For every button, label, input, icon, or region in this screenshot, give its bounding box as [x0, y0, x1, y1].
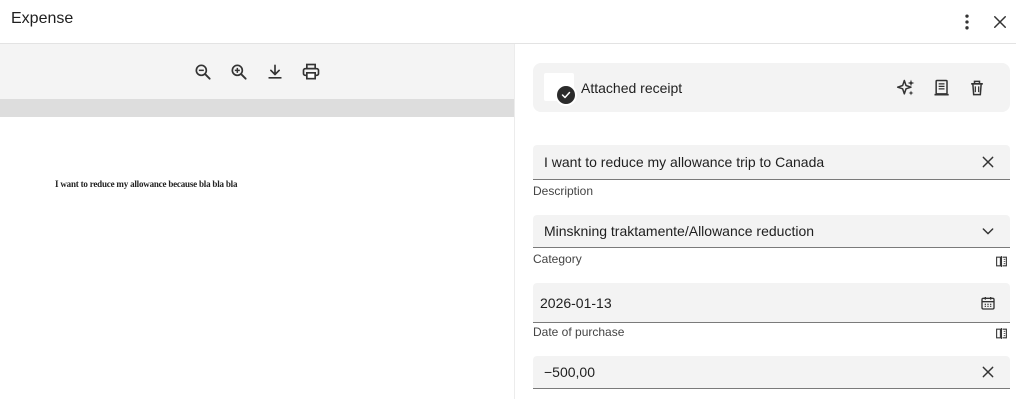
ai-sparkle-icon[interactable]	[894, 76, 918, 100]
calendar-icon[interactable]	[978, 293, 998, 313]
amount-value[interactable]: −500,00	[544, 364, 595, 380]
date-label: Date of purchase	[533, 325, 625, 339]
expense-dialog: Expense I want to reduce my allowance be…	[0, 0, 1016, 399]
zoom-in-icon[interactable]	[227, 60, 251, 84]
attached-receipt-card[interactable]: Attached receipt	[533, 63, 1010, 112]
date-of-purchase-field[interactable]: 2026-01-13	[533, 283, 1010, 323]
document-text: I want to reduce my allowance because bl…	[55, 179, 238, 189]
page-separator	[0, 99, 514, 117]
clear-icon[interactable]	[978, 152, 998, 172]
amount-field[interactable]: −500,00	[533, 356, 1010, 389]
category-label: Category	[533, 252, 582, 266]
dialog-header: Expense	[0, 0, 1016, 44]
description-label: Description	[533, 184, 594, 198]
receipt-viewer: I want to reduce my allowance because bl…	[0, 44, 514, 399]
category-select[interactable]: Minskning traktamente/Allowance reductio…	[533, 215, 1010, 248]
print-icon[interactable]	[299, 60, 323, 84]
description-value[interactable]: I want to reduce my allowance trip to Ca…	[544, 154, 824, 170]
clear-icon[interactable]	[978, 362, 998, 382]
description-field[interactable]: I want to reduce my allowance trip to Ca…	[533, 145, 1010, 180]
date-value[interactable]: 2026-01-13	[540, 295, 612, 311]
zoom-out-icon[interactable]	[191, 60, 215, 84]
delete-icon[interactable]	[965, 76, 989, 100]
expense-form-panel: Attached receipt I want to reduce my all…	[514, 44, 1016, 399]
viewer-toolbar	[0, 44, 514, 99]
check-circle-icon	[555, 84, 577, 106]
category-value[interactable]: Minskning traktamente/Allowance reductio…	[544, 223, 814, 239]
compare-icon[interactable]	[994, 254, 1008, 268]
download-icon[interactable]	[263, 60, 287, 84]
attached-receipt-label: Attached receipt	[581, 80, 683, 96]
compare-icon[interactable]	[994, 326, 1008, 340]
chevron-down-icon[interactable]	[978, 221, 998, 241]
close-icon[interactable]	[985, 7, 1015, 37]
dialog-title: Expense	[11, 10, 74, 27]
more-vert-icon[interactable]	[952, 7, 982, 37]
receipt-icon[interactable]	[930, 76, 954, 100]
